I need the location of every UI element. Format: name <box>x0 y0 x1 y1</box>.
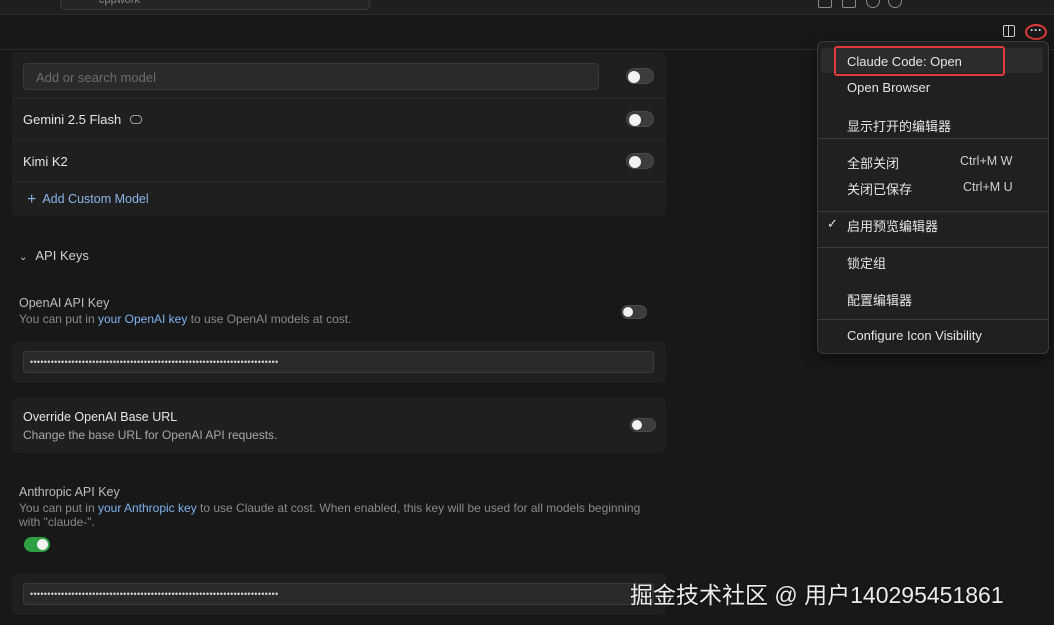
override-base-url-card <box>12 397 666 453</box>
anthropic-desc-prefix: You can put in <box>19 501 98 515</box>
command-center-search[interactable]: cppwork <box>60 0 370 10</box>
add-custom-model-button[interactable]: + Add Custom Model <box>27 191 149 209</box>
model-item-gemini: Gemini 2.5 Flash <box>23 112 142 127</box>
menu-item-close-all[interactable]: 全部关闭 <box>847 153 899 172</box>
menu-item-show-open-editors[interactable]: 显示打开的编辑器 <box>847 116 951 135</box>
add-custom-model-label: Add Custom Model <box>42 192 149 206</box>
menu-item-claude-code-open[interactable]: Claude Code: Open <box>847 54 962 69</box>
menu-item-enable-preview-editors[interactable]: 启用预览编辑器 <box>847 216 938 235</box>
override-base-url-toggle[interactable] <box>630 418 656 432</box>
menu-item-close-saved[interactable]: 关闭已保存 <box>847 179 912 198</box>
divider <box>12 140 666 141</box>
kimi-toggle[interactable] <box>626 153 654 169</box>
api-keys-title: API Keys <box>35 248 89 263</box>
openai-key-link[interactable]: your OpenAI key <box>98 312 187 326</box>
split-editor-icon[interactable] <box>1003 25 1015 37</box>
menu-item-open-browser[interactable]: Open Browser <box>847 80 930 95</box>
anthropic-key-description: You can put in your Anthropic key to use… <box>19 501 649 529</box>
openai-key-input[interactable]: ••••••••••••••••••••••••••••••••••••••••… <box>23 351 654 373</box>
openai-key-toggle[interactable] <box>621 305 647 319</box>
model-item-kimi: Kimi K2 <box>23 154 68 169</box>
anthropic-key-link[interactable]: your Anthropic key <box>98 501 197 515</box>
anthropic-desc-suffix: to use Claude at cost. When enabled, thi… <box>196 501 641 515</box>
menu-item-configure-editors[interactable]: 配置编辑器 <box>847 290 912 309</box>
api-keys-section-header[interactable]: ⌄ API Keys <box>19 248 89 263</box>
panel-icon[interactable] <box>842 0 856 8</box>
model-search-input[interactable]: Add or search model <box>23 63 599 90</box>
checkmark-icon: ✓ <box>827 216 838 231</box>
gemini-toggle[interactable] <box>626 111 654 127</box>
override-base-url-label: Override OpenAI Base URL <box>23 410 178 424</box>
anthropic-key-input[interactable]: ••••••••••••••••••••••••••••••••••••••••… <box>23 583 654 605</box>
more-actions-button[interactable]: ··· <box>1025 24 1047 40</box>
plus-icon: + <box>27 191 37 208</box>
divider <box>12 181 666 182</box>
divider <box>12 98 666 99</box>
anthropic-key-label: Anthropic API Key <box>19 485 120 499</box>
shortcut-close-all: Ctrl+M W <box>960 154 1013 168</box>
menu-items: Claude Code: Open Open Browser 显示打开的编辑器 … <box>817 41 1047 352</box>
openai-desc-prefix: You can put in <box>19 312 98 326</box>
search-row-toggle[interactable] <box>626 68 654 84</box>
openai-key-description: You can put in your OpenAI key to use Op… <box>19 312 351 326</box>
openai-desc-suffix: to use OpenAI models at cost. <box>187 312 352 326</box>
model-search-placeholder: Add or search model <box>36 70 156 85</box>
layout-icon[interactable] <box>818 0 832 8</box>
openai-key-label: OpenAI API Key <box>19 296 110 310</box>
model-item-label: Gemini 2.5 Flash <box>23 112 122 127</box>
anthropic-desc-line2: with "claude-". <box>19 515 95 529</box>
watermark: 掘金技术社区 @ 用户140295451861 <box>630 582 1004 608</box>
command-center-text: cppwork <box>99 0 140 6</box>
menu-item-lock-group[interactable]: 锁定组 <box>847 253 886 272</box>
override-base-url-description: Change the base URL for OpenAI API reque… <box>23 428 278 442</box>
shortcut-close-saved: Ctrl+M U <box>963 180 1013 194</box>
brain-icon <box>129 115 142 124</box>
menu-item-configure-icon-visibility[interactable]: Configure Icon Visibility <box>847 328 982 343</box>
chevron-down-icon: ⌄ <box>19 252 28 263</box>
anthropic-key-toggle[interactable] <box>24 537 50 552</box>
